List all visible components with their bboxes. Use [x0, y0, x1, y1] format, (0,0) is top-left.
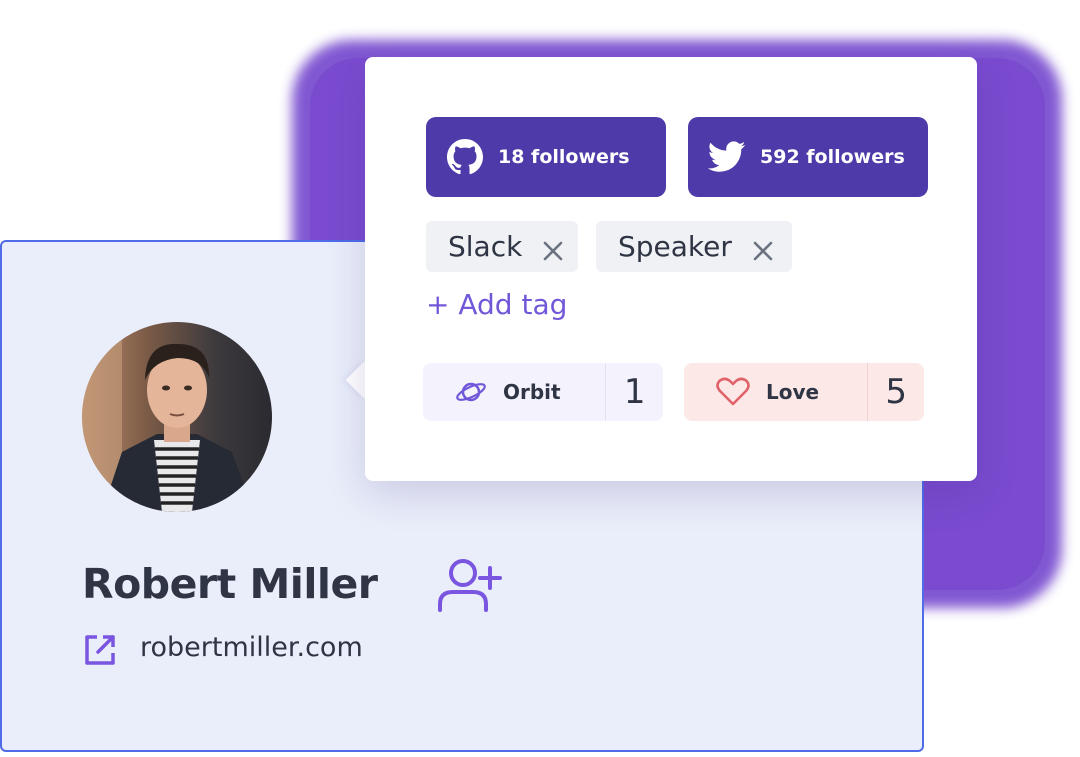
github-icon	[446, 138, 484, 176]
orbit-label: Orbit	[503, 380, 561, 404]
website-link[interactable]: robertmiller.com	[140, 632, 363, 663]
love-count: 5	[867, 363, 924, 421]
add-user-icon	[438, 559, 502, 612]
tag-slack: Slack	[426, 221, 578, 272]
orbit-button[interactable]: Orbit	[423, 363, 605, 421]
twitter-followers-label: 592 followers	[760, 146, 905, 168]
twitter-followers-button[interactable]: 592 followers	[688, 117, 928, 197]
tag-label: Slack	[448, 230, 523, 263]
close-icon[interactable]	[752, 236, 774, 260]
avatar	[82, 322, 272, 512]
github-followers-button[interactable]: 18 followers	[426, 117, 666, 197]
orbit-reaction: Orbit 1	[423, 363, 663, 421]
close-icon[interactable]	[542, 236, 564, 260]
love-reaction: Love 5	[684, 363, 924, 421]
add-tag-button[interactable]: + Add tag	[426, 288, 567, 321]
orbit-count: 1	[605, 363, 663, 421]
heart-icon	[716, 377, 750, 407]
twitter-icon	[708, 138, 746, 176]
love-label: Love	[766, 380, 820, 404]
tag-speaker: Speaker	[596, 221, 792, 272]
external-link-icon	[83, 633, 117, 667]
profile-name: Robert Miller	[82, 560, 378, 608]
add-user-button[interactable]	[436, 556, 506, 614]
github-followers-label: 18 followers	[498, 146, 630, 168]
love-button[interactable]: Love	[684, 363, 867, 421]
tag-label: Speaker	[618, 230, 732, 263]
orbit-icon	[455, 378, 487, 406]
